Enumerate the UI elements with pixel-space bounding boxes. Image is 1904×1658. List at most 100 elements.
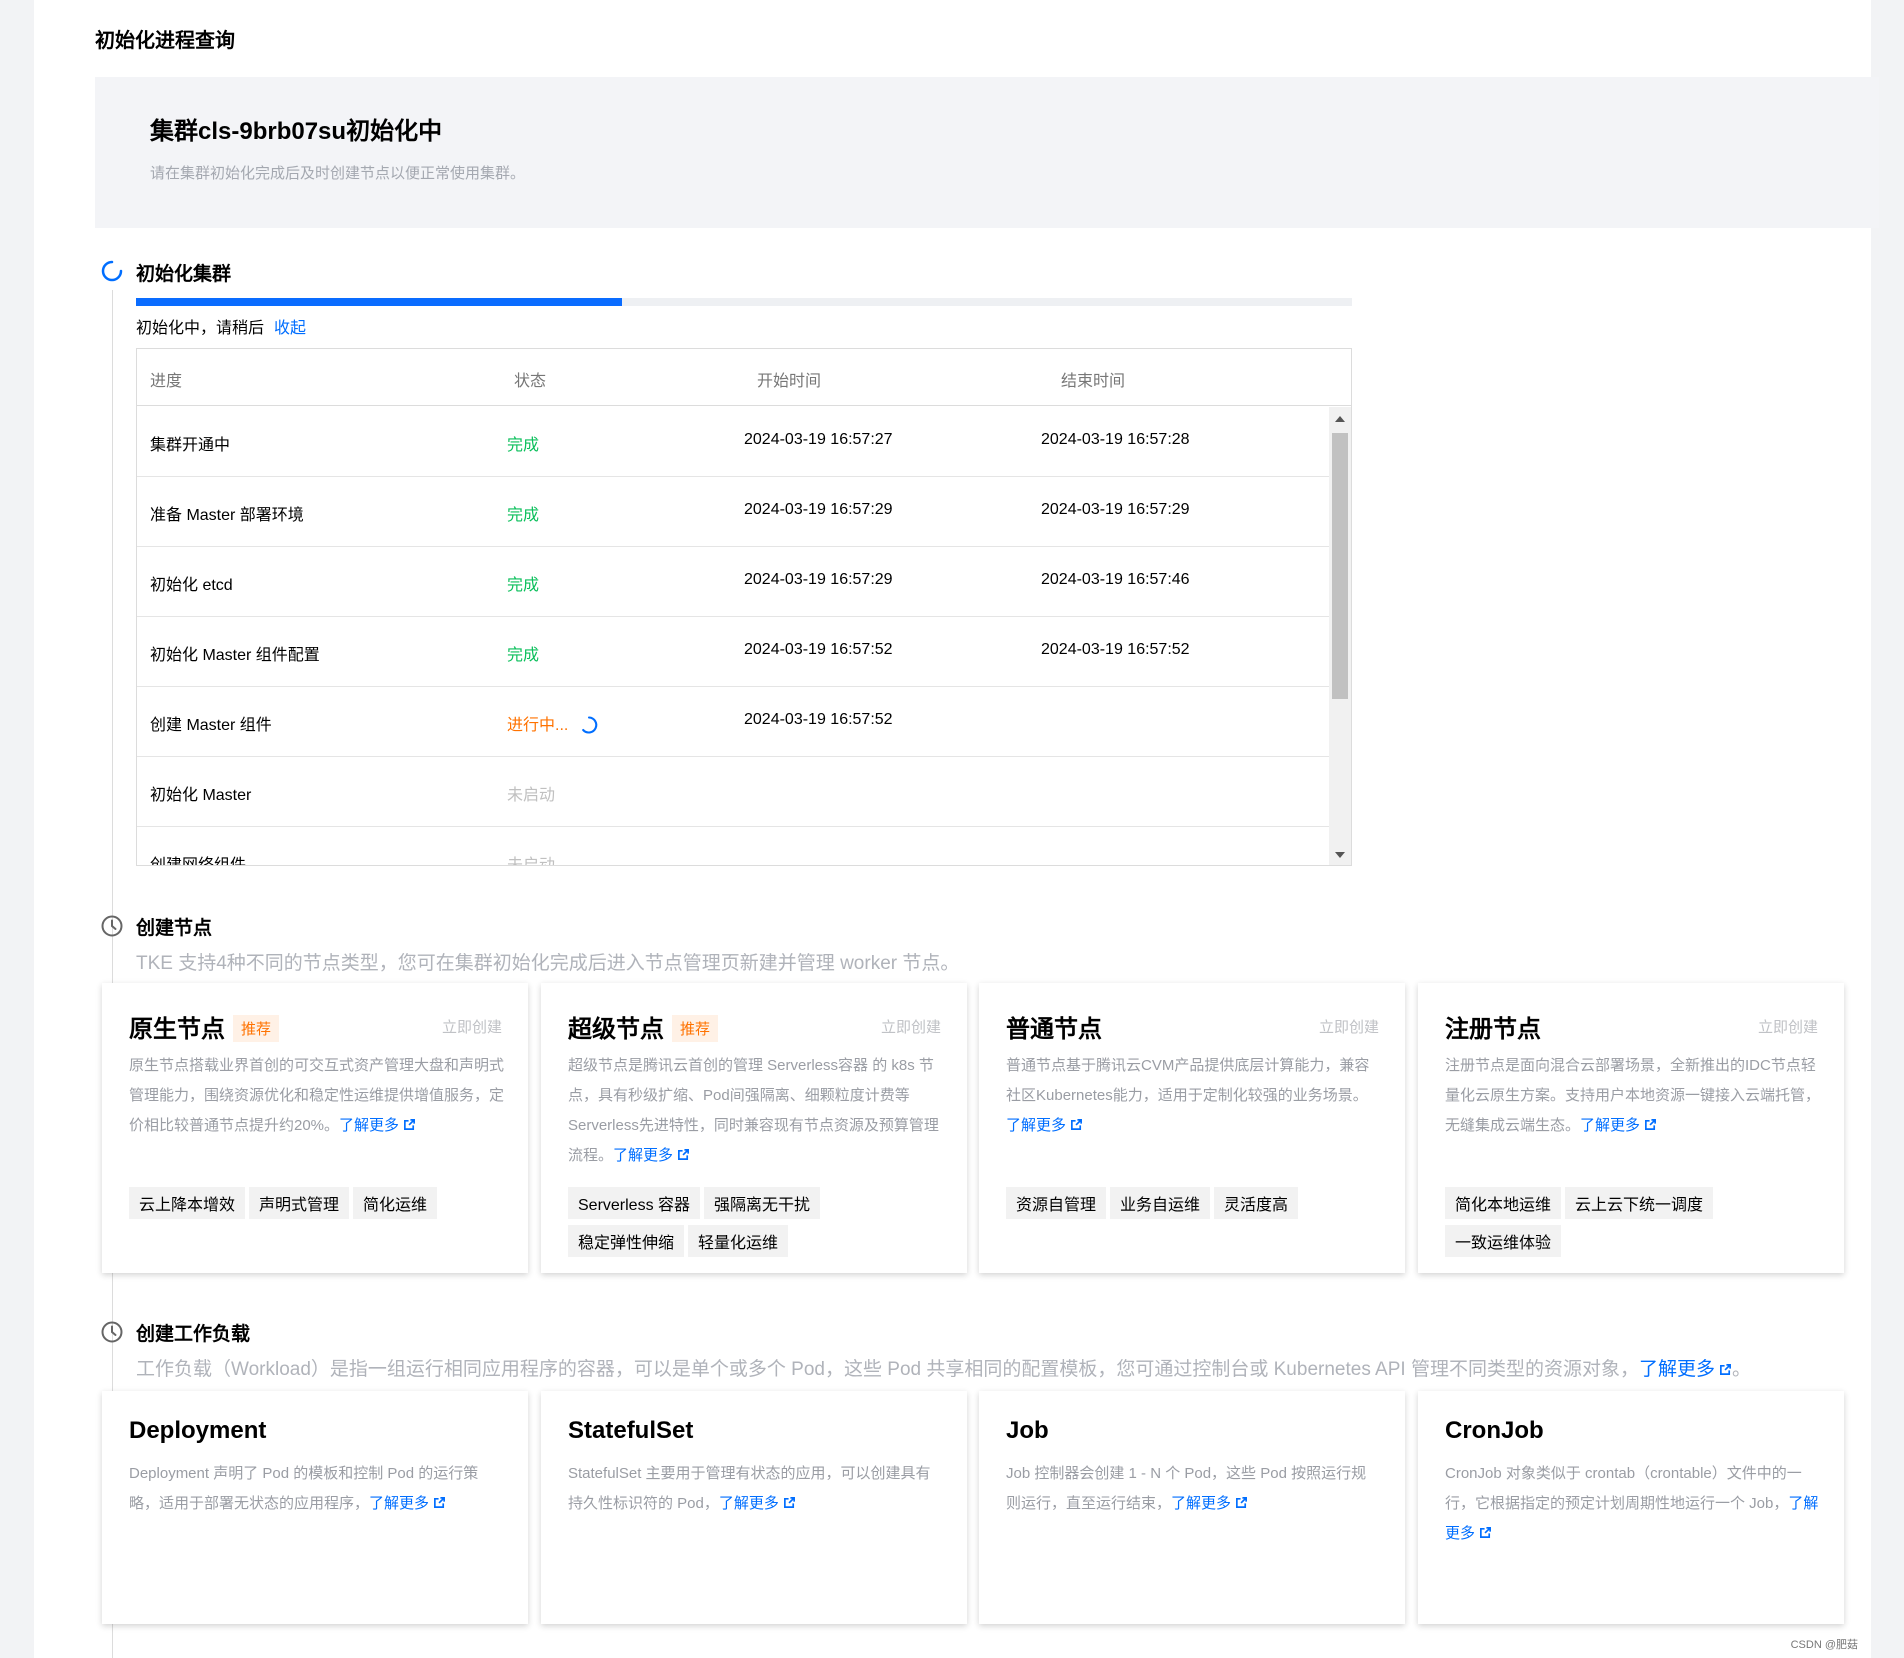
workload-card-job: Job Job 控制器会创建 1 - N 个 Pod，这些 Pod 按照运行规则… [979, 1391, 1405, 1624]
init-progress-table: 进度 状态 开始时间 结束时间 集群开通中 完成 2024-03-19 16:5… [136, 348, 1352, 866]
progress-status: 初始化中，请稍后 收起 [136, 314, 306, 338]
cell-start: 2024-03-19 16:57:52 [744, 641, 893, 658]
watermark: CSDN @肥菇 [1790, 1639, 1858, 1651]
learn-more-text: 了解更多 [1638, 1359, 1715, 1380]
learn-more-text: 了解更多 [339, 1117, 400, 1134]
tag: 云上云下统一调度 [1565, 1187, 1714, 1219]
cell-step: 准备 Master 部署环境 [150, 507, 304, 524]
card-tags: 云上降本增效 声明式管理 简化运维 [129, 1187, 514, 1225]
workload-card-statefulset: StatefulSet StatefulSet 主要用于管理有状态的应用，可以创… [541, 1391, 967, 1624]
external-link-icon [678, 1149, 690, 1160]
step-title-init: 初始化集群 [136, 264, 232, 285]
cell-start: 2024-03-19 16:57:29 [744, 571, 893, 588]
th-start-time: 开始时间 [757, 373, 822, 390]
learn-more-link[interactable]: 了解更多 [1171, 1495, 1248, 1512]
create-now-button[interactable]: 立即创建 [1319, 1016, 1379, 1037]
tag: 云上降本增效 [129, 1187, 246, 1219]
cell-end: 2024-03-19 16:57:46 [1041, 571, 1190, 588]
create-now-button[interactable]: 立即创建 [1758, 1016, 1818, 1037]
status-running-text: 进行中... [507, 717, 569, 734]
node-card-super: 超级节点 推荐 立即创建 超级节点是腾讯云首创的管理 Serverless容器 的… [541, 983, 967, 1273]
banner-title: 集群cls-9brb07su初始化中 [150, 118, 443, 145]
step-desc-workloads: 工作负载（Workload）是指一组运行相同应用程序的容器，可以是单个或多个 P… [136, 1354, 1751, 1381]
th-status: 状态 [514, 373, 547, 390]
progress-text: 初始化中，请稍后 [136, 320, 265, 337]
cell-end: 2024-03-19 16:57:28 [1041, 431, 1190, 448]
collapse-link[interactable]: 收起 [274, 320, 306, 337]
learn-more-link[interactable]: 了解更多 [369, 1495, 446, 1512]
table-body[interactable]: 集群开通中 完成 2024-03-19 16:57:27 2024-03-19 … [137, 407, 1329, 866]
card-title-text: 超级节点 [568, 1016, 664, 1043]
learn-more-link[interactable]: 了解更多 [613, 1147, 690, 1164]
tag: 强隔离无干扰 [704, 1187, 821, 1219]
create-now-button[interactable]: 立即创建 [881, 1016, 941, 1037]
card-desc: CronJob 对象类似于 crontab（crontable）文件中的一行，它… [1445, 1459, 1820, 1549]
step-title-workloads: 创建工作负载 [136, 1324, 251, 1345]
table-scrollbar[interactable] [1329, 407, 1351, 865]
learn-more-text: 了解更多 [1171, 1495, 1232, 1512]
desc-end: 。 [1731, 1359, 1751, 1380]
learn-more-link[interactable]: 了解更多 [1006, 1117, 1083, 1134]
tag: 简化运维 [353, 1187, 438, 1219]
loading-spinner-icon [581, 716, 598, 734]
cluster-banner: 集群cls-9brb07su初始化中 请在集群初始化完成后及时创建节点以便正常使… [95, 77, 1879, 228]
cell-status: 未启动 [507, 857, 556, 866]
learn-more-text: 了解更多 [1580, 1117, 1641, 1134]
external-link-icon [1071, 1119, 1082, 1130]
external-link-icon [434, 1497, 446, 1508]
scroll-thumb[interactable] [1332, 433, 1348, 699]
learn-more-text: 了解更多 [369, 1495, 430, 1512]
cell-status: 进行中... [507, 711, 599, 735]
learn-more-link[interactable]: 了解更多 [1639, 1359, 1732, 1380]
scroll-down-arrow-icon[interactable] [1335, 852, 1345, 858]
tag: 业务自运维 [1110, 1187, 1211, 1219]
card-title-text: 注册节点 [1445, 1016, 1541, 1043]
cell-step: 集群开通中 [150, 437, 231, 454]
cell-end: 2024-03-19 16:57:29 [1041, 501, 1190, 518]
loading-spinner-icon [101, 260, 123, 282]
th-progress: 进度 [150, 373, 183, 390]
card-title: 普通节点 [1006, 1009, 1102, 1044]
create-now-button[interactable]: 立即创建 [442, 1016, 502, 1037]
external-link-icon [783, 1497, 795, 1508]
cell-status: 完成 [507, 437, 540, 454]
cell-start: 2024-03-19 16:57:29 [744, 501, 893, 518]
learn-more-text: 了解更多 [613, 1147, 674, 1164]
tag: 稳定弹性伸缩 [568, 1225, 685, 1257]
card-title: 超级节点 推荐 [568, 1009, 719, 1044]
scroll-up-arrow-icon[interactable] [1335, 416, 1345, 422]
card-tags: Serverless 容器 强隔离无干扰 稳定弹性伸缩 轻量化运维 [568, 1187, 953, 1263]
table-row: 初始化 Master 未启动 [137, 757, 1329, 827]
learn-more-link[interactable]: 了解更多 [339, 1117, 416, 1134]
tag: 声明式管理 [249, 1187, 350, 1219]
learn-more-text: 了解更多 [718, 1495, 779, 1512]
cell-start: 2024-03-19 16:57:52 [744, 711, 893, 728]
banner-desc: 请在集群初始化完成后及时创建节点以便正常使用集群。 [150, 165, 526, 182]
cell-step: 初始化 etcd [150, 577, 233, 594]
card-tags: 简化本地运维 云上云下统一调度 一致运维体验 [1445, 1187, 1830, 1263]
card-desc: 注册节点是面向混合云部署场景，全新推出的IDC节点轻量化云原生方案。支持用户本地… [1445, 1051, 1820, 1141]
card-desc-text: 普通节点基于腾讯云CVM产品提供底层计算能力，兼容社区Kubernetes能力，… [1006, 1057, 1370, 1104]
card-title: 注册节点 [1445, 1009, 1541, 1044]
card-title: CronJob [1445, 1417, 1544, 1444]
external-link-icon [1480, 1527, 1491, 1538]
tag: 简化本地运维 [1445, 1187, 1562, 1219]
tag: Serverless 容器 [568, 1187, 701, 1219]
cell-step: 创建 Master 组件 [150, 717, 272, 734]
card-desc-text: CronJob 对象类似于 crontab（crontable）文件中的一行，它… [1445, 1465, 1802, 1512]
cell-step: 初始化 Master [150, 787, 252, 804]
card-tags: 资源自管理 业务自运维 灵活度高 [1006, 1187, 1391, 1225]
workload-card-deployment: Deployment Deployment 声明了 Pod 的模板和控制 Pod… [102, 1391, 528, 1624]
card-title-text: 普通节点 [1006, 1016, 1102, 1043]
node-card-native: 原生节点 推荐 立即创建 原生节点搭载业界首创的可交互式资产管理大盘和声明式管理能… [102, 983, 528, 1273]
external-link-icon [1645, 1119, 1657, 1130]
card-desc: StatefulSet 主要用于管理有状态的应用，可以创建具有持久性标识符的 P… [568, 1459, 943, 1519]
learn-more-link[interactable]: 了解更多 [1580, 1117, 1657, 1134]
step-title-nodes: 创建节点 [136, 918, 213, 939]
table-row: 初始化 Master 组件配置 完成 2024-03-19 16:57:52 2… [137, 617, 1329, 687]
external-link-icon [404, 1119, 416, 1130]
card-title: Deployment [129, 1417, 267, 1444]
tag: 资源自管理 [1006, 1187, 1107, 1219]
learn-more-link[interactable]: 了解更多 [719, 1495, 796, 1512]
external-link-icon [1236, 1497, 1248, 1508]
